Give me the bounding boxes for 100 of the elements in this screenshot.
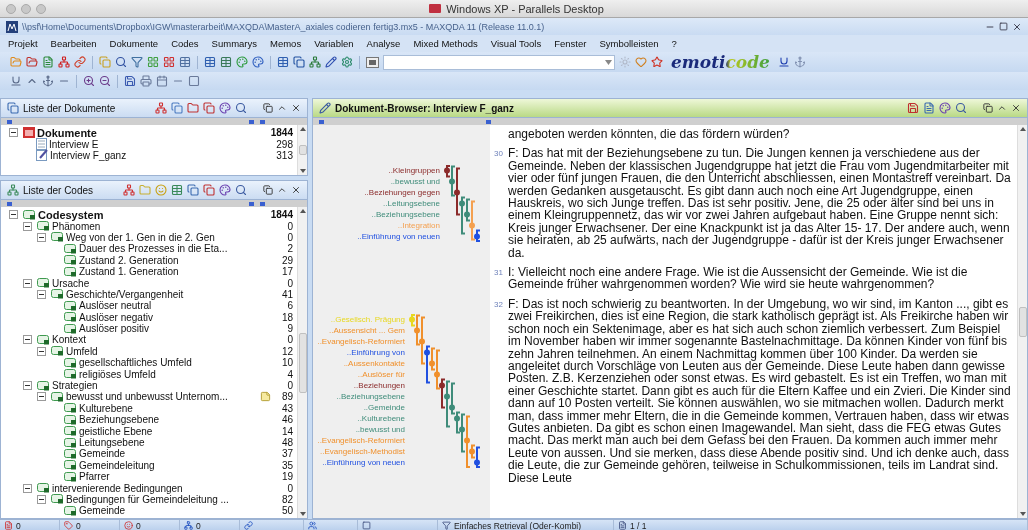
zoom-out-icon[interactable] <box>99 75 111 87</box>
save-icon[interactable] <box>907 102 919 114</box>
coding-stripe[interactable] <box>449 165 456 197</box>
menu-item[interactable]: Codes <box>171 38 199 49</box>
menu-item[interactable]: Fenster <box>554 38 587 49</box>
code-item[interactable]: Gemeindeleitung <box>79 459 155 471</box>
coding-label[interactable]: ..Beziehungen <box>353 379 405 391</box>
star-icon[interactable] <box>651 56 663 68</box>
code-item[interactable]: Leitungsebene <box>79 437 145 448</box>
coding-stripe[interactable] <box>459 196 466 235</box>
expand-toggle[interactable] <box>37 346 46 356</box>
code-item[interactable]: Kontext <box>52 334 86 346</box>
close-icon[interactable] <box>291 185 301 195</box>
settings-icon[interactable] <box>341 56 353 68</box>
save-icon[interactable] <box>124 75 136 87</box>
search-icon[interactable] <box>115 56 127 68</box>
menu-item[interactable]: Memos <box>270 38 302 49</box>
copy-icon[interactable] <box>203 184 215 196</box>
code-item[interactable]: gesellschaftliches Umfeld <box>79 357 192 369</box>
expand-toggle[interactable] <box>37 232 46 242</box>
heart-icon[interactable] <box>635 56 647 68</box>
copy-icon[interactable] <box>171 102 183 114</box>
menu-item[interactable]: Bearbeiten <box>50 38 97 49</box>
coding-stripe[interactable] <box>464 198 471 222</box>
expand-toggle[interactable] <box>9 210 18 220</box>
expand-toggle[interactable] <box>23 335 32 345</box>
menu-item[interactable]: Visual Tools <box>490 38 542 49</box>
grid-icon[interactable] <box>147 56 159 68</box>
grid-icon[interactable] <box>163 56 175 68</box>
expand-toggle[interactable] <box>9 128 18 138</box>
menu-item[interactable]: Projekt <box>8 38 38 49</box>
code-item[interactable]: bewusst und unbewusst Unternom... <box>66 391 228 403</box>
network-icon[interactable] <box>155 102 167 114</box>
frame-icon[interactable] <box>188 75 200 87</box>
scrollbar[interactable] <box>297 125 307 175</box>
filter-icon[interactable] <box>131 56 143 68</box>
coding-label[interactable]: ..Kleingruppen <box>388 164 440 176</box>
collapse-icon[interactable] <box>277 185 287 195</box>
calendar-icon[interactable] <box>156 75 168 87</box>
edit-icon[interactable] <box>325 56 337 68</box>
coding-stripe[interactable] <box>474 446 481 468</box>
code-item[interactable]: intervenierende Bedingungen <box>52 482 183 494</box>
code-item[interactable]: Auslöser positiv <box>79 323 150 335</box>
table-icon[interactable] <box>171 184 183 196</box>
network-icon[interactable] <box>123 184 135 196</box>
document-item[interactable]: Dokumente <box>37 126 97 139</box>
code-item[interactable]: Strategien <box>52 380 98 392</box>
code-item[interactable]: Weg von der 1. Gen in die 2. Gen <box>66 231 215 243</box>
scrollbar[interactable] <box>1017 125 1027 518</box>
code-item[interactable]: Gemeinde <box>79 448 126 460</box>
code-item[interactable]: Ursache <box>52 277 90 289</box>
palette-icon[interactable] <box>219 102 231 114</box>
close-icon[interactable] <box>1011 103 1021 113</box>
copy-icon[interactable] <box>187 184 199 196</box>
zoom-in-icon[interactable] <box>83 75 95 87</box>
close-icon[interactable] <box>291 103 301 113</box>
coding-stripe[interactable] <box>449 382 456 415</box>
table-icon[interactable] <box>179 56 191 68</box>
search-icon[interactable] <box>955 102 967 114</box>
table-icon[interactable] <box>220 56 232 68</box>
expand-toggle[interactable] <box>23 278 32 288</box>
coding-label[interactable]: ..bewusst und <box>355 423 405 435</box>
copy-icon[interactable] <box>293 56 305 68</box>
coding-label[interactable]: ..Einführung von <box>346 346 405 358</box>
expand-toggle[interactable] <box>23 483 32 493</box>
anchor-icon[interactable] <box>42 75 54 87</box>
expand-toggle[interactable] <box>23 221 32 231</box>
dropdown-icon[interactable] <box>605 59 612 65</box>
network-icon[interactable] <box>309 56 321 68</box>
scrollbar[interactable] <box>297 207 307 518</box>
printer-icon[interactable] <box>140 75 152 87</box>
coding-stripe[interactable] <box>424 345 431 384</box>
underline-icon[interactable] <box>777 56 790 68</box>
combo-field[interactable] <box>383 54 615 70</box>
table-icon[interactable] <box>277 56 289 68</box>
coding-label[interactable]: ..Beziehungen gegen <box>364 186 440 198</box>
coding-stripe[interactable] <box>454 411 461 434</box>
restore-icon[interactable] <box>263 103 273 113</box>
coding-label[interactable]: ..Beziehungsebene <box>336 390 405 402</box>
document-item[interactable]: Interview E <box>49 138 99 150</box>
code-item[interactable]: Zustand 2. Generation <box>79 254 179 266</box>
code-item[interactable]: Dauer des Prozesses in die Eta... <box>79 243 228 255</box>
code-item[interactable]: religiöses Umfeld <box>79 368 156 380</box>
code-item[interactable]: Geschichte/Vergangenheit <box>66 288 184 300</box>
collapse-icon[interactable] <box>277 103 287 113</box>
collapse-icon[interactable] <box>997 103 1007 113</box>
palette-icon[interactable] <box>219 184 231 196</box>
coding-label[interactable]: ..Beziehungsebene <box>371 208 440 220</box>
document-icon[interactable] <box>42 56 54 68</box>
folder-icon[interactable] <box>187 102 199 114</box>
code-item[interactable]: Umfeld <box>66 345 98 357</box>
code-item[interactable]: Codesystem <box>38 208 104 221</box>
coding-label[interactable]: ..Einführung von neuen <box>357 230 440 242</box>
coding-stripe[interactable] <box>444 380 451 428</box>
coding-stripe[interactable] <box>459 413 466 453</box>
coding-label[interactable]: ..Gemeinde <box>363 401 405 413</box>
expand-toggle[interactable] <box>37 494 46 504</box>
search-icon[interactable] <box>235 184 247 196</box>
maximize-icon[interactable] <box>999 22 1008 31</box>
menu-item[interactable]: Summarys <box>211 38 257 49</box>
